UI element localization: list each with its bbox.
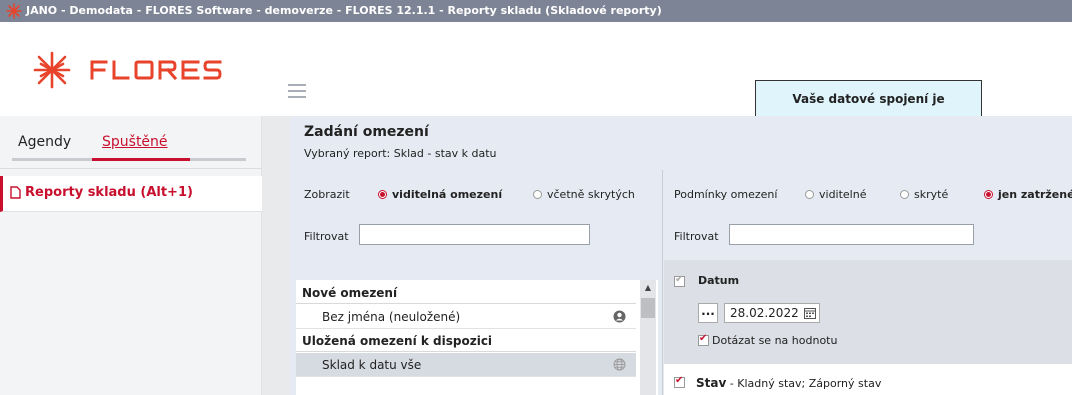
globe-icon bbox=[613, 358, 626, 371]
window-titlebar: JANO - Demodata - FLORES Software - demo… bbox=[0, 0, 1072, 22]
connection-notice: Vaše datové spojení je Demodata bbox=[755, 80, 982, 142]
ask-value-label: Dotázat se na hodnotu bbox=[712, 334, 838, 347]
scroll-thumb[interactable] bbox=[641, 298, 655, 318]
datum-picker-button[interactable]: ... bbox=[698, 303, 718, 323]
show-label: Zobrazit bbox=[304, 188, 350, 201]
tab-spustene[interactable]: Spuštěné bbox=[102, 134, 168, 150]
radio-hidden-conditions[interactable]: skryté bbox=[900, 188, 948, 201]
app-header: Vaše datové spojení je Demodata bbox=[0, 22, 1072, 142]
stav-checkbox[interactable] bbox=[674, 375, 685, 388]
radio-only-checked[interactable]: jen zatržené bbox=[984, 188, 1072, 201]
sidebar-item-label: Reporty skladu (Alt+1) bbox=[25, 185, 193, 200]
conditions-label: Podmínky omezení bbox=[674, 188, 778, 201]
radio-label: včetně skrytých bbox=[547, 188, 635, 201]
radio-dot bbox=[533, 190, 542, 199]
radio-dot bbox=[900, 190, 909, 199]
radio-label: jen zatržené bbox=[998, 188, 1072, 201]
scroll-up-arrow-icon[interactable]: ▲ bbox=[640, 280, 656, 296]
filter-label-right: Filtrovat bbox=[674, 230, 719, 243]
constraints-list: Nové omezení Bez jména (neuložené) Ulože… bbox=[296, 280, 658, 395]
radio-label: skryté bbox=[914, 188, 949, 201]
list-item-label: Bez jména (neuložené) bbox=[322, 310, 461, 324]
main-content: Zadání omezení Vybraný report: Sklad - s… bbox=[290, 116, 1072, 395]
radio-label: viditelná omezení bbox=[392, 188, 503, 201]
tab-active-indicator bbox=[92, 158, 190, 161]
flores-logo bbox=[33, 51, 222, 89]
datum-checkbox[interactable] bbox=[674, 274, 685, 287]
datum-date-input[interactable]: 28.02.2022 bbox=[724, 303, 820, 323]
filter-input-left[interactable] bbox=[359, 224, 590, 245]
sidebar-item-reporty-skladu[interactable]: Reporty skladu (Alt+1) bbox=[0, 176, 262, 212]
condition-stav: Stav - Kladný stav; Záporný stav bbox=[696, 376, 881, 390]
radio-including-hidden[interactable]: včetně skrytých bbox=[533, 188, 635, 201]
group-header-saved: Uložená omezení k dispozici bbox=[296, 330, 636, 352]
document-icon bbox=[10, 186, 21, 199]
ask-value-checkbox[interactable] bbox=[698, 333, 709, 346]
tab-agendy[interactable]: Agendy bbox=[18, 134, 71, 150]
filter-input-right[interactable] bbox=[729, 224, 974, 245]
radio-visible-conditions[interactable]: viditelné bbox=[805, 188, 866, 201]
window-title: JANO - Demodata - FLORES Software - demo… bbox=[26, 4, 662, 17]
page-subtitle: Vybraný report: Sklad - stav k datu bbox=[304, 147, 497, 160]
calendar-icon[interactable] bbox=[804, 307, 816, 319]
list-item[interactable]: Sklad k datu vše bbox=[296, 353, 636, 377]
radio-dot bbox=[984, 190, 993, 199]
conditions-list: Datum ... 28.02.2022 Dotázat se na hodno… bbox=[664, 260, 1072, 395]
user-icon bbox=[613, 310, 626, 323]
group-header-new: Nové omezení bbox=[296, 282, 636, 304]
sidebar-divider bbox=[0, 168, 262, 169]
radio-label: viditelné bbox=[819, 188, 867, 201]
layout-gutter bbox=[262, 116, 290, 395]
stav-description: - Kladný stav; Záporný stav bbox=[726, 377, 882, 390]
radio-dot bbox=[378, 190, 387, 199]
condition-datum: Datum ... 28.02.2022 Dotázat se na hodno… bbox=[664, 260, 1072, 364]
menu-hamburger-button[interactable] bbox=[288, 84, 306, 98]
flores-app-icon bbox=[6, 3, 22, 19]
list-item[interactable]: Bez jména (neuložené) bbox=[296, 305, 636, 329]
list-scrollbar[interactable]: ▲ bbox=[640, 280, 656, 395]
radio-dot bbox=[805, 190, 814, 199]
radio-visible-constraints[interactable]: viditelná omezení bbox=[378, 188, 502, 201]
datum-label: Datum bbox=[698, 274, 740, 287]
panel-divider bbox=[662, 170, 663, 395]
sidebar: Agendy Spuštěné Reporty skladu (Alt+1) bbox=[0, 116, 262, 395]
filter-label-left: Filtrovat bbox=[304, 230, 349, 243]
page-title: Zadání omezení bbox=[304, 124, 429, 140]
list-item-label: Sklad k datu vše bbox=[322, 358, 422, 372]
date-value: 28.02.2022 bbox=[730, 306, 799, 320]
stav-label: Stav bbox=[696, 376, 727, 390]
